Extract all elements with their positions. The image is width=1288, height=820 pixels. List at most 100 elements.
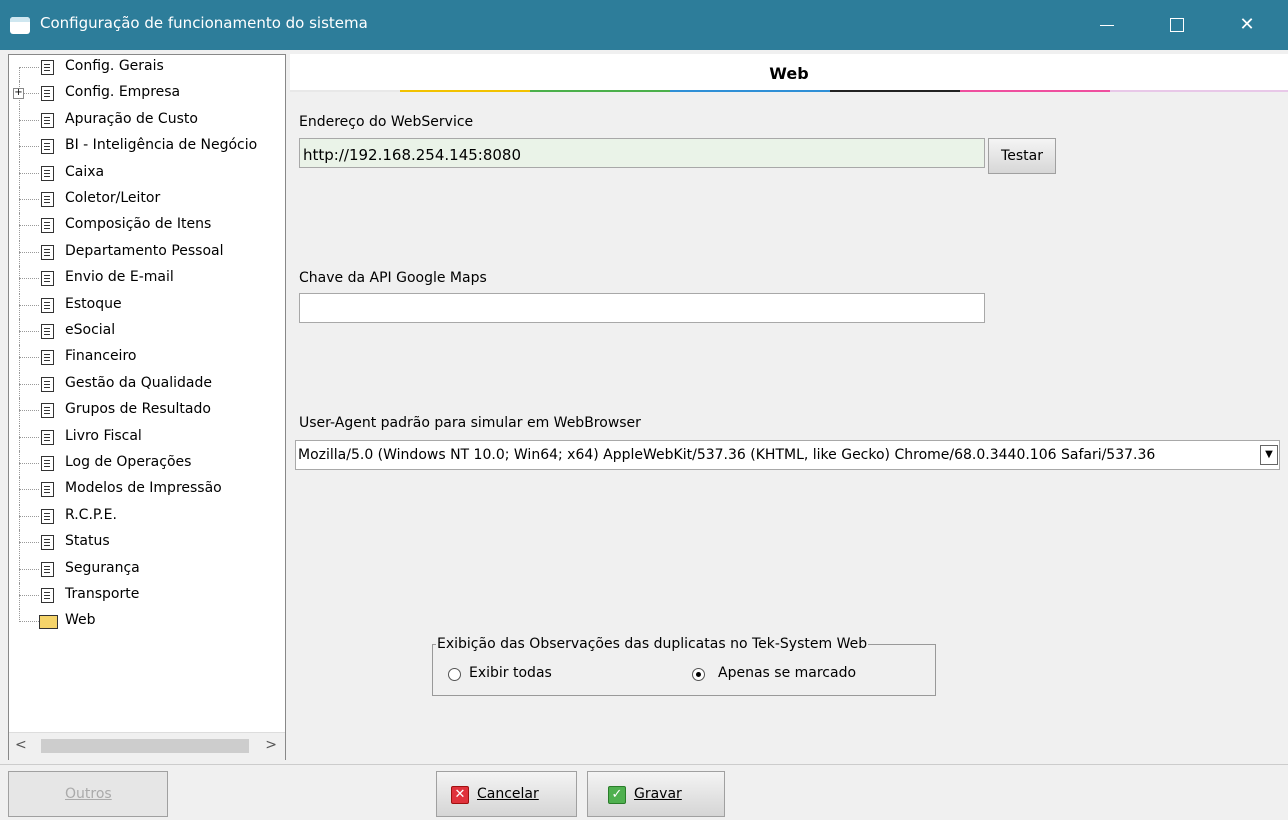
close-button[interactable]: ✕: [1224, 0, 1270, 50]
document-icon: [41, 403, 54, 419]
close-icon: ✕: [1239, 14, 1255, 35]
tree-connector: [19, 436, 39, 438]
sidebar-item[interactable]: Segurança: [9, 556, 285, 583]
chevron-down-icon[interactable]: ▼: [1260, 445, 1278, 465]
document-icon: [41, 271, 54, 287]
sidebar-tree: Config. Gerais + Config. Empresa Apuração d…: [8, 54, 286, 760]
user-agent-select[interactable]: Mozilla/5.0 (Windows NT 10.0; Win64; x64…: [295, 440, 1280, 470]
document-icon: [41, 561, 54, 577]
sidebar-item[interactable]: Config. Gerais: [9, 55, 285, 81]
sidebar-item[interactable]: Caixa: [9, 160, 285, 187]
tree-connector: [19, 251, 39, 253]
sidebar-item-label: Financeiro: [65, 348, 137, 365]
tree-connector: [19, 530, 20, 557]
panel-title: Web: [769, 64, 809, 83]
sidebar-item[interactable]: Status: [9, 530, 285, 557]
sidebar-item-label: Segurança: [65, 559, 140, 576]
tree-connector: [19, 304, 39, 306]
radio-exibir-todas[interactable]: [448, 668, 461, 681]
sidebar-item[interactable]: Departamento Pessoal: [9, 239, 285, 266]
sidebar-item[interactable]: Coletor/Leitor: [9, 187, 285, 213]
tree-connector: [19, 160, 20, 187]
document-icon: [41, 456, 54, 471]
sidebar-item-label: Estoque: [65, 295, 122, 312]
tree-connector: [19, 134, 20, 161]
sidebar-item-label: Coletor/Leitor: [65, 190, 161, 206]
sidebar-item[interactable]: Gestão da Qualidade: [9, 371, 285, 398]
sidebar-item[interactable]: Financeiro: [9, 345, 285, 372]
sidebar-item[interactable]: R.C.P.E.: [9, 503, 285, 530]
panel-header: Web: [290, 54, 1288, 92]
tree-connector: [19, 187, 20, 213]
cancel-x-icon: ✕: [451, 786, 469, 804]
sidebar-item[interactable]: BI - Inteligência de Negócio: [9, 134, 285, 161]
webservice-address-input[interactable]: http://192.168.254.145:8080: [299, 138, 985, 168]
document-icon: [41, 60, 54, 75]
app-icon: [10, 17, 30, 34]
tree-connector: [19, 146, 39, 148]
google-maps-key-input[interactable]: [299, 293, 985, 323]
others-button[interactable]: Outros: [8, 771, 168, 817]
scroll-left-icon[interactable]: <: [15, 737, 27, 753]
tree-connector: [19, 398, 20, 425]
document-icon: [41, 86, 54, 102]
tree-connector: [19, 451, 20, 477]
webservice-label: Endereço do WebService: [299, 114, 474, 130]
google-maps-key-label: Chave da API Google Maps: [299, 270, 487, 286]
sidebar-item[interactable]: Modelos de Impressão: [9, 477, 285, 504]
tree-connector: [19, 424, 20, 451]
maximize-button[interactable]: [1154, 0, 1200, 50]
sidebar-item-label: Gestão da Qualidade: [65, 374, 212, 391]
minimize-icon: [1100, 24, 1114, 26]
tree-connector: [19, 107, 20, 134]
tree-connector: [19, 199, 39, 200]
tree-connector: [19, 489, 39, 491]
sidebar-item[interactable]: + Config. Empresa: [9, 81, 285, 108]
user-agent-value: Mozilla/5.0 (Windows NT 10.0; Win64; x64…: [298, 447, 1156, 463]
cancel-button[interactable]: ✕ Cancelar: [436, 771, 577, 817]
tree-horizontal-scrollbar[interactable]: < >: [9, 732, 285, 760]
sidebar-item[interactable]: Transporte: [9, 583, 285, 609]
tree-connector: [19, 67, 20, 81]
expand-icon[interactable]: +: [13, 88, 24, 100]
document-icon: [41, 535, 54, 551]
tree-connector: [19, 278, 39, 280]
sidebar-item[interactable]: eSocial: [9, 319, 285, 345]
minimize-button[interactable]: [1084, 0, 1130, 50]
sidebar-item-label: Transporte: [65, 586, 140, 602]
tree-connector: [19, 595, 39, 596]
save-button[interactable]: ✓ Gravar: [587, 771, 725, 817]
tree-connector: [19, 357, 39, 359]
tree-connector: [19, 503, 20, 530]
tree-connector: [19, 477, 20, 504]
sidebar-item-label: Log de Operações: [65, 454, 192, 470]
radio-apenas-se-marcado[interactable]: [692, 668, 705, 681]
sidebar-item[interactable]: Web: [9, 609, 285, 635]
sidebar-item[interactable]: Composição de Itens: [9, 213, 285, 240]
sidebar-item-label: Modelos de Impressão: [65, 480, 222, 497]
sidebar-item[interactable]: Log de Operações: [9, 451, 285, 477]
tree-connector: [19, 371, 20, 398]
tree-connector: [19, 225, 39, 227]
document-icon: [41, 429, 54, 445]
scroll-right-icon[interactable]: >: [265, 737, 277, 753]
sidebar-item[interactable]: Estoque: [9, 292, 285, 319]
scroll-thumb[interactable]: [41, 739, 249, 753]
radio-apenas-se-marcado-label[interactable]: Apenas se marcado: [718, 665, 856, 681]
sidebar-item-label: BI - Inteligência de Negócio: [65, 137, 258, 154]
sidebar-item[interactable]: Envio de E-mail: [9, 266, 285, 293]
sidebar-item-label: Config. Empresa: [65, 84, 181, 101]
sidebar-item-label: Web: [65, 612, 96, 629]
tree-connector: [19, 213, 20, 240]
document-icon: [41, 588, 54, 603]
sidebar-item[interactable]: Livro Fiscal: [9, 424, 285, 451]
sidebar-item[interactable]: Apuração de Custo: [9, 107, 285, 134]
header-color-bar: [290, 90, 1288, 93]
tree-connector: [19, 463, 39, 464]
document-icon: [41, 324, 54, 339]
test-webservice-button[interactable]: Testar: [988, 138, 1056, 174]
tree-connector: [19, 266, 20, 293]
radio-exibir-todas-label[interactable]: Exibir todas: [469, 665, 552, 681]
sidebar-item[interactable]: Grupos de Resultado: [9, 398, 285, 425]
save-check-icon: ✓: [608, 786, 626, 804]
